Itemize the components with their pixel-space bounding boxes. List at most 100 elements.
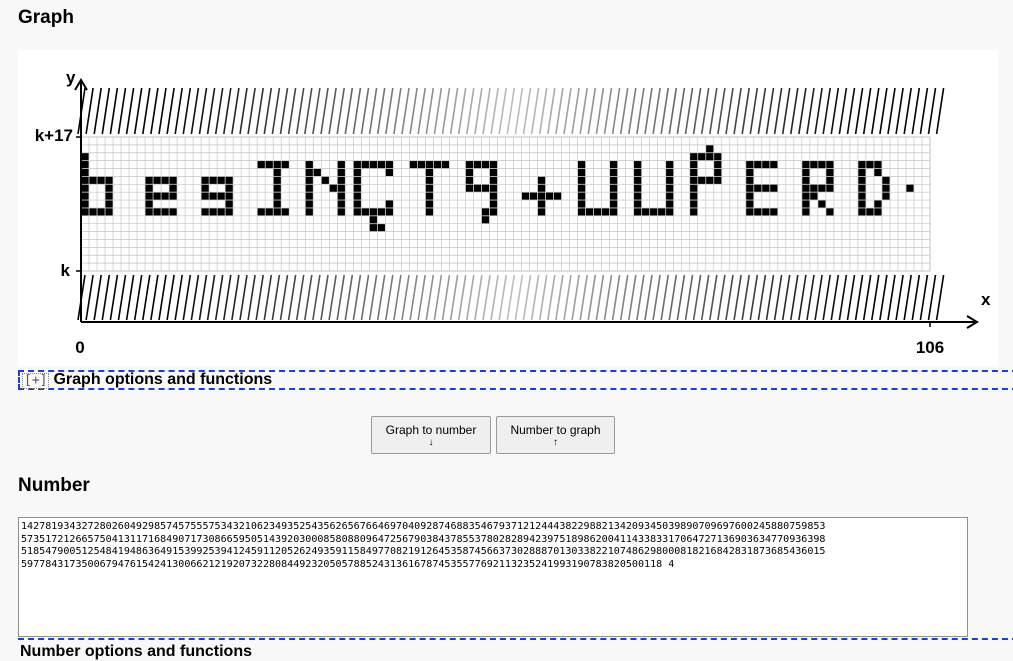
plot-pixel bbox=[690, 184, 698, 192]
plot-pixel bbox=[217, 208, 225, 216]
plot-pixel bbox=[858, 208, 866, 216]
plot-pixel bbox=[225, 200, 233, 208]
plot-pixel bbox=[161, 176, 169, 184]
plot-pixel bbox=[489, 208, 498, 216]
hatch-line bbox=[506, 274, 516, 321]
hatch-line bbox=[538, 274, 548, 321]
plot-pixel bbox=[225, 176, 233, 184]
hatch-line bbox=[887, 274, 896, 321]
hatch-line bbox=[652, 274, 661, 321]
hatch-line bbox=[482, 87, 491, 135]
number-to-graph-button[interactable]: Number to graph ↑ bbox=[496, 416, 615, 454]
plot-pixel bbox=[810, 184, 818, 192]
hatch-line bbox=[514, 274, 524, 321]
plot-pixel bbox=[105, 176, 113, 184]
plot-pixel bbox=[698, 176, 706, 184]
plot-pixel bbox=[489, 176, 498, 184]
plot-pixel bbox=[594, 208, 602, 216]
plot-pixel bbox=[810, 161, 818, 169]
expand-toggle-icon[interactable]: [+] bbox=[22, 373, 50, 389]
hatch-line bbox=[798, 87, 807, 135]
plot-pixel bbox=[577, 184, 586, 192]
hatch-line bbox=[182, 274, 192, 321]
hatch-line bbox=[174, 274, 183, 321]
plot-pixel bbox=[273, 192, 281, 200]
graph-to-number-label: Graph to number bbox=[385, 423, 477, 437]
hatch-line bbox=[765, 274, 775, 321]
plot-pixel bbox=[217, 176, 225, 184]
plot-pixel bbox=[537, 176, 546, 184]
hatch-line bbox=[425, 274, 435, 321]
plot-pixel bbox=[337, 161, 345, 169]
plot-pixel bbox=[770, 161, 778, 169]
hatch-line bbox=[628, 274, 637, 321]
plot-pixel bbox=[465, 184, 474, 192]
hatch-line bbox=[304, 87, 313, 135]
graph-options-label: Graph options and functions bbox=[53, 371, 273, 388]
hatch-line bbox=[376, 87, 386, 135]
plot-pixel bbox=[169, 208, 177, 216]
plot-pixel bbox=[273, 176, 281, 184]
hatch-line bbox=[709, 274, 718, 321]
hatch-line bbox=[295, 274, 305, 321]
hatch-line bbox=[474, 87, 483, 135]
hatch-line bbox=[101, 274, 111, 321]
plot-pixel bbox=[337, 192, 345, 200]
hatch-line bbox=[85, 274, 94, 321]
hatch-line bbox=[514, 87, 524, 135]
hatch-line bbox=[490, 274, 499, 321]
plot-pixel bbox=[826, 176, 834, 184]
hatch-line bbox=[895, 87, 904, 135]
graph-to-number-button[interactable]: Graph to number ↓ bbox=[371, 416, 491, 454]
hatch-line bbox=[344, 87, 354, 135]
plot-pixel bbox=[425, 184, 434, 192]
hatch-line bbox=[482, 274, 491, 321]
graph-canvas[interactable]: y x k+17 k 0 106 bbox=[18, 50, 998, 366]
hatch-line bbox=[312, 274, 321, 321]
plot-pixel bbox=[746, 192, 754, 200]
plot-pixel bbox=[161, 192, 169, 200]
number-line-3: 5185479005125484194863649153992539412459… bbox=[21, 546, 826, 557]
hatch-line bbox=[198, 274, 208, 321]
plot-pixel bbox=[273, 208, 281, 216]
graph-options-toggle[interactable]: [+] Graph options and functions bbox=[18, 370, 1013, 390]
hatch-line bbox=[133, 274, 143, 321]
plot-pixel bbox=[610, 161, 618, 169]
plot-pixel bbox=[634, 176, 642, 184]
number-options-toggle[interactable]: Number options and functions bbox=[18, 638, 1013, 660]
plot-pixel bbox=[577, 200, 586, 208]
plot-pixel bbox=[377, 224, 385, 232]
hatch-line bbox=[871, 274, 880, 321]
hatch-line bbox=[887, 87, 896, 135]
plot-pixel bbox=[537, 184, 546, 192]
plot-pixel bbox=[874, 200, 882, 208]
plot-pixel bbox=[329, 184, 337, 192]
hatch-line bbox=[457, 87, 467, 135]
hatch-line bbox=[101, 87, 111, 135]
plot-pixel bbox=[666, 200, 674, 208]
number-textarea[interactable]: 1427819343272802604929857457555753432106… bbox=[18, 517, 968, 637]
plot-pixel bbox=[353, 200, 361, 208]
plot-pixel bbox=[754, 208, 762, 216]
hatch-line bbox=[684, 274, 694, 321]
plot-pixel bbox=[81, 200, 89, 208]
hatch-line bbox=[530, 274, 540, 321]
plot-pixel bbox=[714, 153, 722, 161]
plot-pixel bbox=[81, 208, 89, 216]
hatch-line bbox=[911, 87, 921, 135]
plot-pixel bbox=[489, 184, 498, 192]
hatch-line bbox=[830, 274, 840, 321]
plot-pixel bbox=[425, 192, 434, 200]
hatch-line bbox=[166, 274, 175, 321]
plot-pixel bbox=[866, 208, 874, 216]
plot-pixel bbox=[666, 161, 674, 169]
plot-pixel bbox=[81, 176, 89, 184]
hatch-line bbox=[595, 87, 605, 135]
hatch-line bbox=[571, 274, 580, 321]
plot-pixel bbox=[577, 176, 586, 184]
plot-pixel bbox=[706, 153, 714, 161]
plot-pixel bbox=[153, 176, 161, 184]
hatch-line bbox=[214, 274, 224, 321]
plot-pixel bbox=[361, 161, 369, 169]
plot-pixel bbox=[481, 184, 490, 192]
